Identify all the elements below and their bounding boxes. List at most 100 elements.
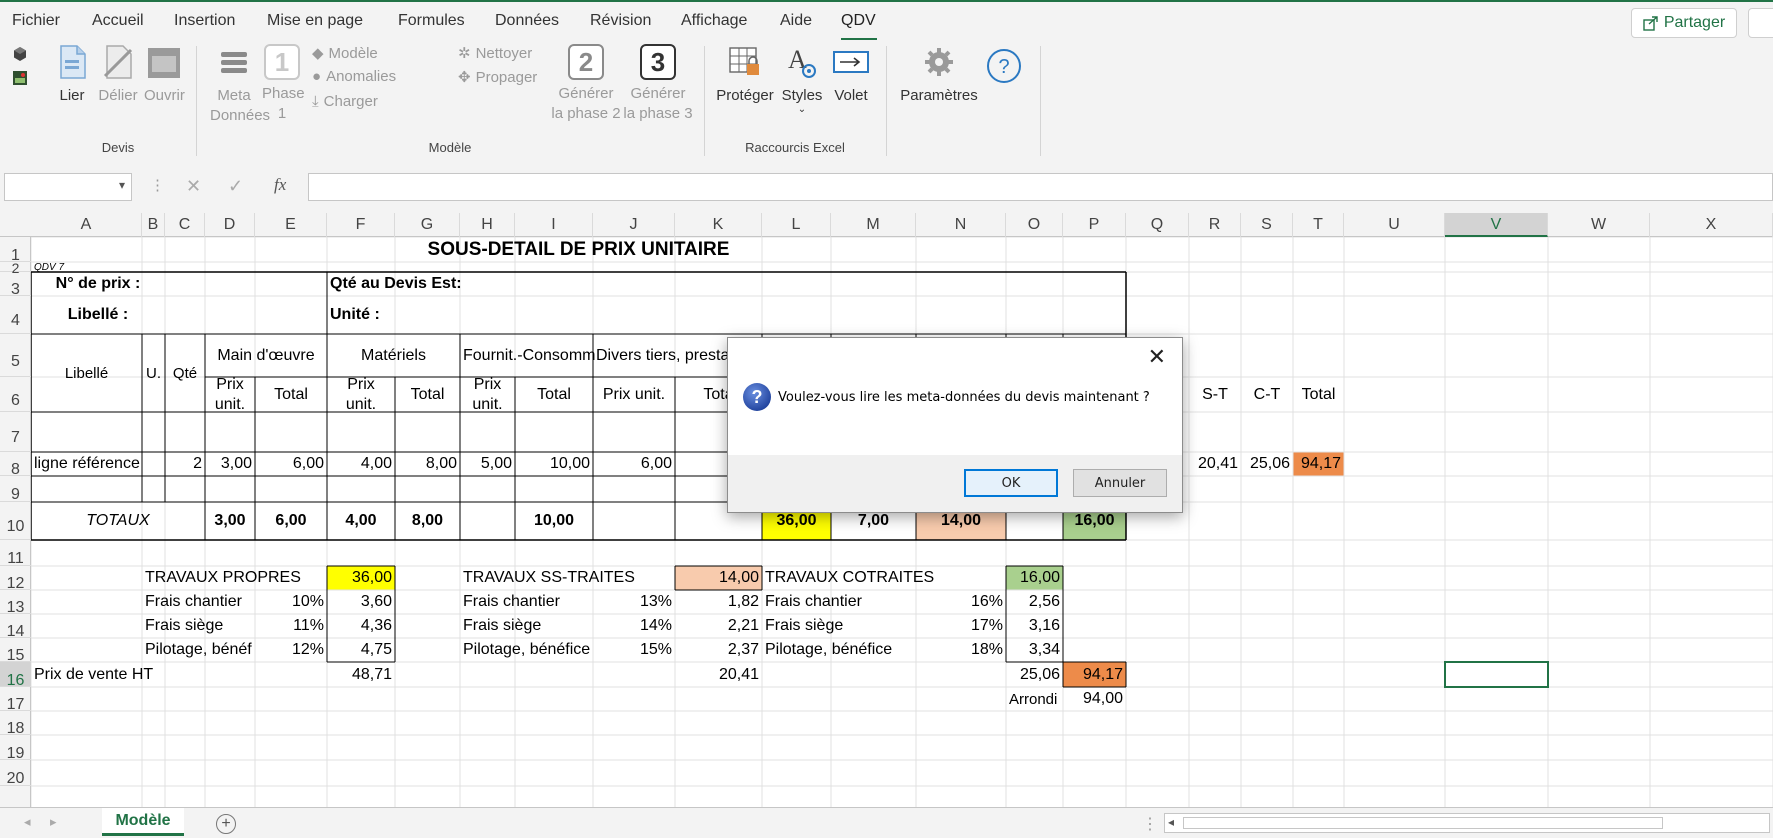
cancel-button[interactable]: Annuler	[1073, 469, 1167, 497]
row-header[interactable]: 5	[0, 334, 31, 377]
row-header[interactable]: 6	[0, 377, 31, 412]
block-value[interactable]: 16,00	[1006, 566, 1063, 590]
menu-mise-en-page[interactable]: Mise en page	[267, 12, 363, 30]
cost-value[interactable]: 2,37	[675, 638, 762, 662]
column-header[interactable]: H	[460, 213, 515, 237]
total-value[interactable]: 8,00	[395, 502, 460, 540]
total-value[interactable]: 6,00	[255, 502, 327, 540]
cell[interactable]: 5,00	[460, 452, 515, 476]
cost-percent[interactable]: 16%	[916, 590, 1006, 614]
worksheet[interactable]: SOUS-DETAIL DE PRIX UNITAIRE QDV 7 N° de p…	[31, 237, 1773, 807]
enter-icon[interactable]: ✓	[228, 176, 243, 197]
ouvrir-button[interactable]: Ouvrir	[144, 44, 185, 106]
menu-aide[interactable]: Aide	[780, 12, 812, 30]
anomalies-button[interactable]: ● Anomalies	[312, 68, 396, 85]
arrondi-value[interactable]: 94,00	[1063, 687, 1126, 711]
column-header[interactable]: J	[593, 213, 675, 237]
cost-value[interactable]: 2,21	[675, 614, 762, 638]
menu-insertion[interactable]: Insertion	[174, 12, 235, 30]
row-header[interactable]: 12	[0, 566, 31, 592]
column-header[interactable]: Q	[1126, 213, 1189, 237]
column-header[interactable]: N	[916, 213, 1006, 237]
cost-percent[interactable]: 15%	[593, 638, 675, 662]
add-sheet-icon[interactable]: +	[216, 814, 236, 834]
column-header[interactable]: S	[1241, 213, 1293, 237]
row-header[interactable]: 13	[0, 590, 31, 616]
menu-donnees[interactable]: Données	[495, 12, 559, 30]
row-header[interactable]: 15	[0, 638, 31, 664]
column-header[interactable]: A	[31, 213, 142, 237]
total-value[interactable]: 10,00	[515, 502, 593, 540]
cell[interactable]: 3,00	[205, 452, 255, 476]
col-header-main-oeuvre[interactable]: Main d'œuvre	[205, 334, 327, 377]
col-header-total[interactable]: Total	[1293, 377, 1344, 412]
row-header[interactable]: 3	[0, 272, 31, 298]
col-header-st[interactable]: S-T	[1189, 377, 1241, 412]
row-header[interactable]: 10	[0, 502, 31, 540]
col-header-unit[interactable]: U.	[142, 334, 165, 412]
generer-phase2-button[interactable]: 2 Générer la phase 2	[550, 44, 622, 124]
qdv-cube-icon[interactable]	[12, 46, 28, 67]
cell[interactable]: 94,17	[1293, 452, 1344, 476]
block-title[interactable]: TRAVAUX SS-TRAITES	[460, 566, 635, 590]
cost-percent[interactable]: 10%	[255, 590, 327, 614]
meta-donnees-button[interactable]: Meta Données	[210, 44, 270, 126]
menu-affichage[interactable]: Affichage	[681, 12, 747, 30]
row-header[interactable]: 11	[0, 540, 31, 567]
menu-revision[interactable]: Révision	[590, 12, 651, 30]
sheet-title[interactable]: SOUS-DETAIL DE PRIX UNITAIRE	[31, 237, 1126, 262]
column-header[interactable]: B	[142, 213, 165, 237]
row-header[interactable]: 4	[0, 296, 31, 334]
cost-label[interactable]: Pilotage, bénéf	[142, 638, 255, 662]
delier-button[interactable]: Délier	[98, 44, 138, 106]
col-header-fournitures[interactable]: Fournit.-Consomm	[460, 334, 595, 377]
share-button[interactable]: Partager	[1631, 8, 1737, 38]
column-header[interactable]: K	[675, 213, 762, 237]
block-value[interactable]: 36,00	[327, 566, 395, 590]
row-header[interactable]: 9	[0, 476, 31, 503]
cost-label[interactable]: Frais siège	[460, 614, 593, 638]
qdv-version[interactable]: QDV 7	[31, 262, 142, 273]
libelle-label[interactable]: Libellé :	[31, 296, 165, 334]
parametres-button[interactable]: Paramètres	[896, 44, 982, 106]
cost-percent[interactable]: 18%	[916, 638, 1006, 662]
prix-vente-total[interactable]: 94,17	[1063, 662, 1126, 687]
generer-phase3-button[interactable]: 3 Générer la phase 3	[622, 44, 694, 124]
cost-value[interactable]: 3,60	[327, 590, 395, 614]
cell[interactable]: 48,71	[327, 662, 395, 687]
col-header-qte[interactable]: Qté	[165, 334, 205, 412]
menu-accueil[interactable]: Accueil	[92, 12, 144, 30]
scroll-left-icon[interactable]: ◂	[24, 814, 31, 830]
column-header[interactable]: X	[1650, 213, 1773, 237]
row-header[interactable]: 16	[0, 662, 31, 689]
cell[interactable]: 6,00	[255, 452, 327, 476]
column-header[interactable]: G	[395, 213, 460, 237]
prix-vente-label[interactable]: Prix de vente HT	[31, 662, 205, 687]
totaux-label[interactable]: TOTAUX	[31, 502, 205, 540]
modele-button[interactable]: ◆ Modèle	[312, 44, 378, 63]
cell[interactable]: 20,41	[1189, 452, 1241, 476]
ok-button[interactable]: OK	[964, 469, 1058, 497]
row-header[interactable]: 1	[0, 237, 31, 264]
column-header[interactable]: P	[1063, 213, 1126, 237]
col-header-prix-unit[interactable]: Prix unit.	[460, 376, 515, 413]
num-prix-label[interactable]: N° de prix :	[31, 272, 165, 296]
col-header-total[interactable]: Total	[515, 377, 593, 412]
row-header[interactable]: 2	[0, 261, 31, 275]
row-header[interactable]: 20	[0, 760, 31, 787]
propager-button[interactable]: ✥ Propager	[458, 68, 537, 87]
row-header[interactable]: 8	[0, 452, 31, 478]
menu-fichier[interactable]: Fichier	[12, 12, 60, 30]
column-header[interactable]: U	[1344, 213, 1445, 237]
column-header[interactable]: F	[327, 213, 395, 237]
col-header-prix-unit[interactable]: Prix unit.	[327, 376, 395, 413]
comments-button[interactable]	[1748, 8, 1773, 38]
cost-value[interactable]: 4,36	[327, 614, 395, 638]
column-header[interactable]: M	[831, 213, 916, 237]
cell[interactable]: 2	[165, 452, 205, 476]
cell[interactable]: 20,41	[675, 662, 762, 687]
row-header[interactable]: 19	[0, 735, 31, 762]
menu-qdv[interactable]: QDV	[841, 12, 876, 30]
cell[interactable]: 6,00	[593, 452, 675, 476]
cost-value[interactable]: 2,56	[1006, 590, 1063, 614]
